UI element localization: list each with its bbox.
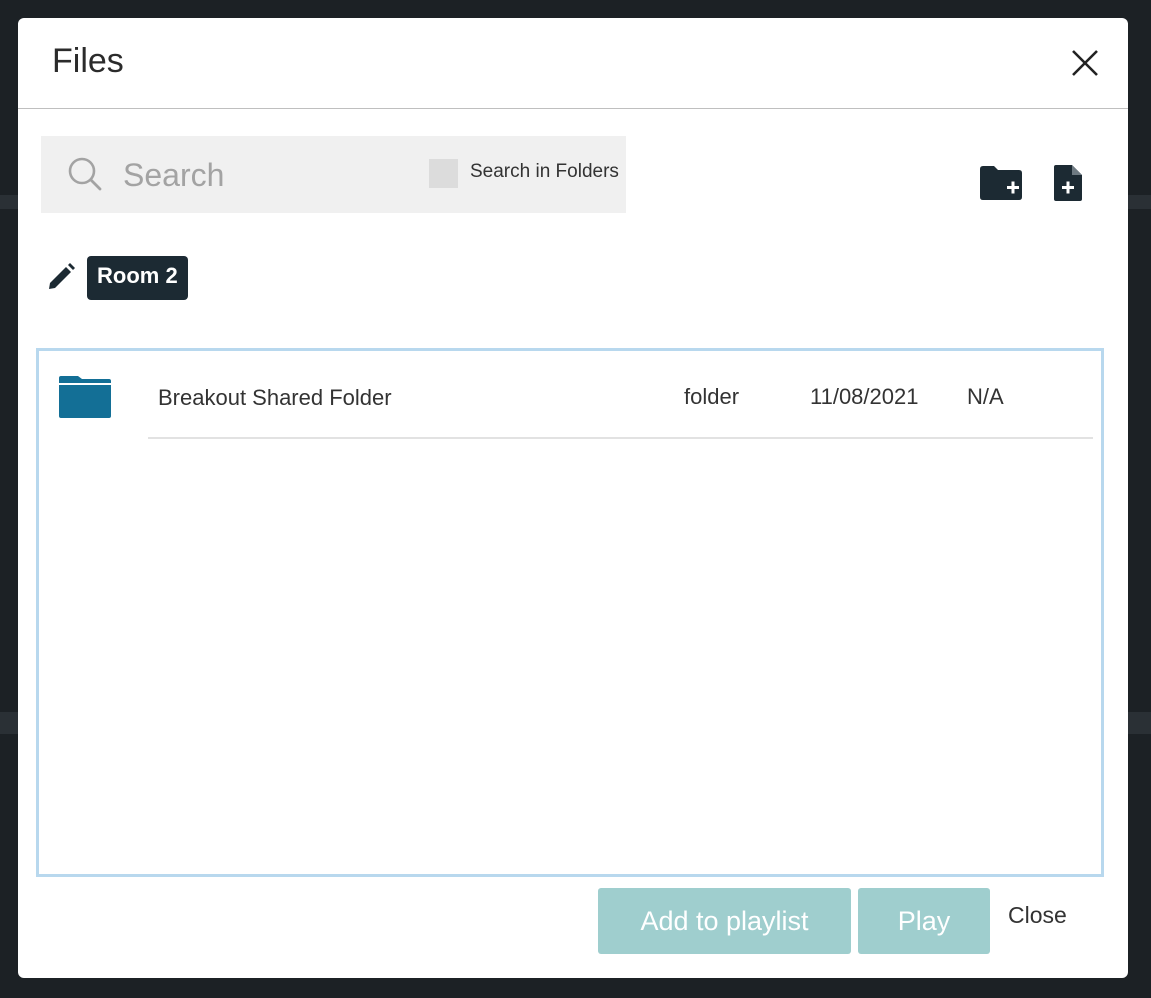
list-item[interactable]: Breakout Shared Folder folder 11/08/2021… — [39, 351, 1101, 441]
breadcrumb-current-folder[interactable]: Room 2 — [87, 256, 188, 300]
files-dialog: Files Search in Folders — [18, 18, 1128, 978]
search-input[interactable] — [121, 152, 415, 198]
folder-plus-icon — [980, 166, 1022, 200]
search-icon — [67, 156, 103, 192]
close-icon[interactable] — [1068, 46, 1102, 80]
file-size: N/A — [967, 384, 1004, 409]
folder-icon — [58, 375, 112, 419]
file-type: folder — [684, 384, 740, 409]
file-plus-icon — [1054, 165, 1082, 201]
dialog-title: Files — [52, 42, 124, 80]
dialog-header: Files — [18, 18, 1128, 109]
row-divider — [148, 437, 1093, 439]
file-date: 11/08/2021 — [810, 384, 919, 409]
search-bar: Search in Folders — [41, 136, 626, 213]
close-button[interactable]: Close — [1008, 902, 1067, 929]
new-file-button[interactable] — [1052, 164, 1084, 202]
play-button[interactable]: Play — [858, 888, 990, 954]
pencil-icon[interactable] — [46, 262, 76, 292]
file-name: Breakout Shared Folder — [158, 385, 392, 410]
add-to-playlist-button[interactable]: Add to playlist — [598, 888, 851, 954]
file-list: Breakout Shared Folder folder 11/08/2021… — [36, 348, 1104, 877]
new-folder-button[interactable] — [978, 165, 1024, 201]
search-in-folders-checkbox[interactable] — [429, 159, 458, 188]
search-in-folders-label: Search in Folders — [470, 161, 619, 182]
